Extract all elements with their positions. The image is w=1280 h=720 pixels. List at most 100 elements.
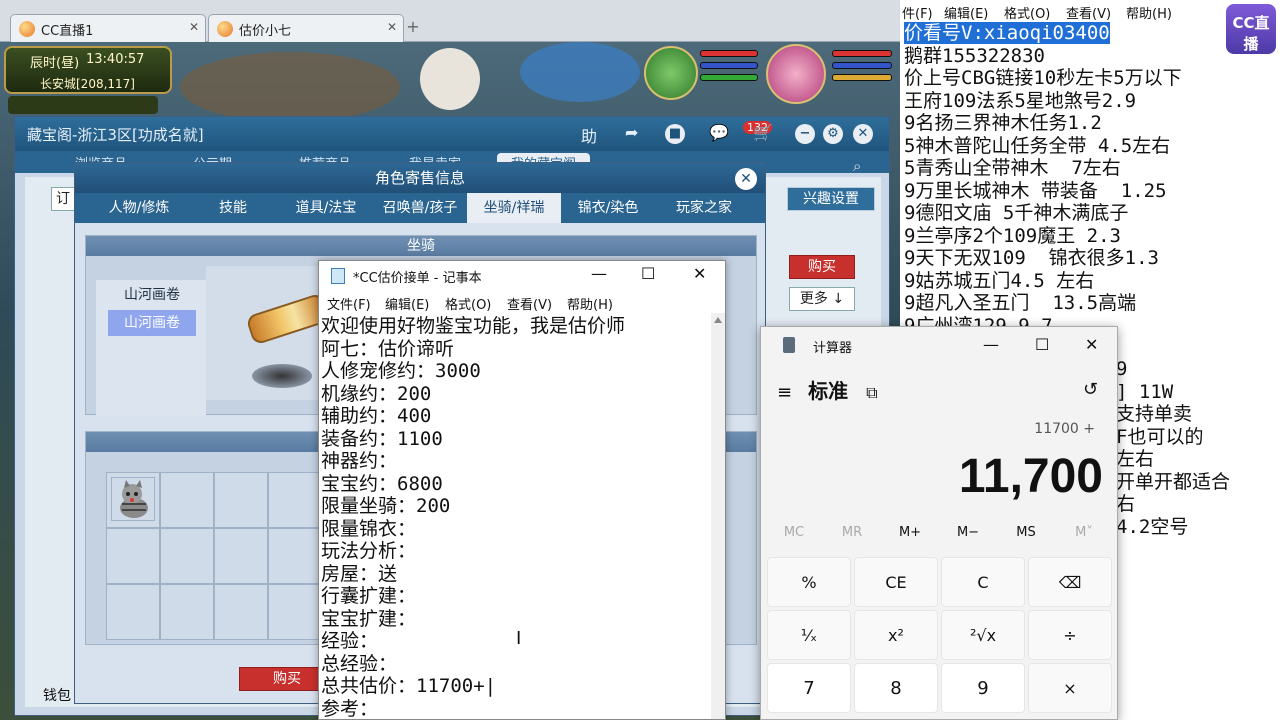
tab-pets[interactable]: 召唤兽/孩子 — [375, 193, 465, 223]
mr-button[interactable]: MR — [823, 525, 881, 540]
side-notepad-text[interactable]: 价看号V:xiaoqi03400 鹅群155322830 价上号CBG链接10秒左卡… — [904, 22, 1280, 337]
menu-file[interactable]: 文件(F) — [327, 294, 371, 313]
fragment: 左右 — [1116, 448, 1155, 470]
menu-format[interactable]: 格式(O) — [1004, 3, 1050, 22]
hamburger-menu-icon[interactable]: ≡ — [777, 382, 792, 403]
grid-slot[interactable] — [214, 472, 268, 528]
grid-slot[interactable] — [106, 584, 160, 640]
grid-slot[interactable] — [268, 584, 322, 640]
tab-skills[interactable]: 技能 — [193, 193, 273, 223]
maximize-icon[interactable]: ☐ — [641, 264, 655, 283]
minimize-icon[interactable]: — — [591, 264, 607, 283]
tab-items[interactable]: 道具/法宝 — [279, 193, 373, 223]
backspace-key[interactable]: ⌫ — [1028, 557, 1112, 607]
sqrt-key[interactable]: ²√x — [941, 610, 1025, 660]
player-hp-bar — [832, 50, 892, 57]
m-minus-button[interactable]: M− — [939, 525, 997, 540]
interest-settings-button[interactable]: 兴趣设置 — [787, 187, 875, 211]
grid-slot[interactable] — [106, 472, 160, 528]
fragment: 开单开都适合 — [1116, 470, 1231, 493]
close-icon[interactable]: ✕ — [1085, 335, 1098, 354]
tab-character[interactable]: 人物/修炼 — [93, 193, 185, 223]
search-icon[interactable]: ⌕ — [853, 157, 861, 175]
mount-item-selected[interactable]: 山河画卷 — [108, 310, 196, 336]
menu-format[interactable]: 格式(O) — [445, 294, 491, 313]
keep-on-top-icon[interactable]: ⧉ — [866, 383, 877, 402]
hud-icon-row[interactable] — [8, 96, 158, 114]
scrollbar[interactable] — [711, 313, 725, 719]
calculator-title: 计算器 — [813, 341, 853, 356]
grid-slot[interactable] — [106, 528, 160, 584]
more-button[interactable]: 更多 ↓ — [789, 287, 855, 311]
wallet-label[interactable]: 钱包 — [43, 685, 71, 705]
menu-edit[interactable]: 编辑(E) — [385, 294, 429, 313]
close-icon[interactable]: ✕ — [693, 264, 706, 283]
buy-button[interactable]: 购买 — [789, 255, 855, 279]
arrow-down-icon: ↓ — [832, 291, 845, 307]
pet-avatar[interactable] — [644, 46, 698, 100]
close-icon[interactable]: ✕ — [189, 20, 199, 34]
menu-view[interactable]: 查看(V) — [1066, 3, 1111, 22]
grid-slot[interactable] — [160, 584, 214, 640]
minimize-icon[interactable]: − — [795, 124, 815, 144]
menu-view[interactable]: 查看(V) — [507, 294, 552, 313]
browser-tab-strip: CC直播1 ✕ 估价小七 ✕ + — [0, 0, 900, 42]
menu-help[interactable]: 帮助(H) — [567, 294, 613, 313]
digit-9-key[interactable]: 9 — [941, 663, 1025, 713]
minimize-icon[interactable]: — — [983, 335, 999, 354]
ms-button[interactable]: MS — [997, 525, 1055, 540]
notepad-title: *CC估价接单 - 记事本 — [353, 271, 482, 286]
cart-icon[interactable]: 🛒 — [753, 123, 773, 142]
tab-home[interactable]: 玩家之家 — [657, 193, 751, 223]
side-notepad-line: 9兰亭序2个109魔王 2.3 — [904, 224, 1121, 247]
mount-heading: 坐骑 — [86, 236, 756, 256]
menu-file[interactable]: 件(F) — [902, 3, 933, 22]
percent-key[interactable]: % — [767, 557, 851, 607]
browser-tab-appraiser[interactable]: 估价小七 ✕ — [208, 14, 404, 42]
close-icon[interactable]: ✕ — [853, 124, 873, 144]
notepad-window: *CC估价接单 - 记事本 — ☐ ✕ 文件(F) 编辑(E) 格式(O) 查看… — [318, 260, 726, 720]
digit-7-key[interactable]: 7 — [767, 663, 851, 713]
notepad-line: 限量锦衣： — [321, 517, 417, 540]
multiply-key[interactable]: × — [1028, 663, 1112, 713]
dialog-title: 角色寄售信息 — [75, 163, 765, 193]
mount-preview — [206, 266, 336, 400]
maximize-icon[interactable]: ☐ — [1035, 335, 1049, 354]
memory-list-button[interactable]: M˅ — [1055, 525, 1113, 540]
grid-slot[interactable] — [214, 584, 268, 640]
ce-key[interactable]: CE — [854, 557, 938, 607]
close-icon[interactable]: ✕ — [735, 168, 757, 190]
digit-8-key[interactable]: 8 — [854, 663, 938, 713]
square-key[interactable]: x² — [854, 610, 938, 660]
side-notepad-menu: 件(F) 编辑(E) 格式(O) 查看(V) 帮助(H) — [900, 0, 1280, 22]
m-plus-button[interactable]: M+ — [881, 525, 939, 540]
reciprocal-key[interactable]: ¹⁄ₓ — [767, 610, 851, 660]
menu-edit[interactable]: 编辑(E) — [944, 3, 988, 22]
browser-tab-cc-live[interactable]: CC直播1 ✕ — [10, 14, 206, 42]
mount-item[interactable]: 山河画卷 — [108, 282, 196, 308]
menu-help[interactable]: 帮助(H) — [1126, 3, 1172, 22]
divide-key[interactable]: ÷ — [1028, 610, 1112, 660]
chat-icon[interactable]: 💬 — [709, 123, 729, 142]
share-icon[interactable]: ➦ — [625, 123, 638, 142]
help-button[interactable]: 助 — [581, 123, 597, 147]
grid-slot[interactable] — [268, 472, 322, 528]
mc-button[interactable]: MC — [765, 525, 823, 540]
grid-slot[interactable] — [214, 528, 268, 584]
grid-slot[interactable] — [160, 528, 214, 584]
close-icon[interactable]: ✕ — [387, 20, 397, 34]
notepad-text-area[interactable]: 欢迎使用好物鉴宝功能，我是估价师 阿七：估价谛听 人修宠修约：3000 机缘约：200… — [321, 315, 711, 720]
settings-icon[interactable]: ⚙ — [823, 124, 843, 144]
clear-key[interactable]: C — [941, 557, 1025, 607]
history-icon[interactable]: ↺ — [1083, 379, 1098, 400]
grid-slot[interactable] — [268, 528, 322, 584]
order-button[interactable]: 订 — [51, 187, 75, 211]
stop-icon[interactable]: ■ — [665, 124, 685, 144]
new-tab-button[interactable]: + — [404, 17, 422, 37]
tab-mounts[interactable]: 坐骑/祥瑞 — [467, 193, 561, 223]
tab-outfits[interactable]: 锦衣/染色 — [563, 193, 653, 223]
grid-slot[interactable] — [160, 472, 214, 528]
notepad-line: 宝宝约：6800 — [321, 472, 443, 495]
notepad-line: 欢迎使用好物鉴宝功能，我是估价师 — [321, 315, 626, 337]
player-avatar[interactable] — [766, 44, 826, 104]
